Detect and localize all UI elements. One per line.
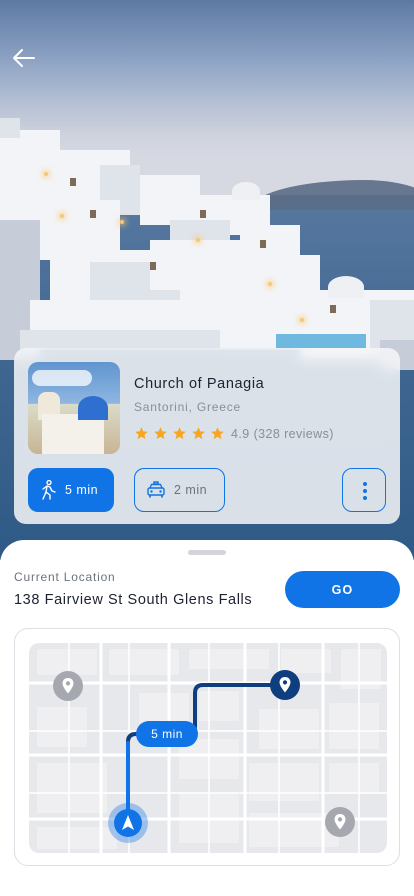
place-thumbnail[interactable] xyxy=(28,362,120,454)
walk-time: 5 min xyxy=(65,483,99,497)
rating: 4.9 (328 reviews) xyxy=(134,426,334,441)
star-icon xyxy=(135,427,148,440)
taxi-time: 2 min xyxy=(174,483,208,497)
pin-icon[interactable] xyxy=(53,671,83,701)
arrow-left-icon xyxy=(13,49,35,67)
map-card: 5 min xyxy=(14,628,400,866)
current-location-address: 138 Fairview St South Glens Falls xyxy=(14,592,253,608)
star-icon xyxy=(173,427,186,440)
star-icon xyxy=(211,427,224,440)
route-duration-badge: 5 min xyxy=(136,721,198,747)
go-button[interactable]: GO xyxy=(285,571,400,608)
current-location-label: Current Location xyxy=(14,570,116,584)
star-icon xyxy=(192,427,205,440)
place-card: Church of Panagia Santorini, Greece 4.9 … xyxy=(14,348,400,524)
bottom-sheet: Current Location 138 Fairview St South G… xyxy=(0,540,414,896)
place-name: Church of Panagia xyxy=(134,376,265,392)
sheet-drag-handle[interactable] xyxy=(188,550,226,555)
walk-icon xyxy=(42,480,56,500)
taxi-icon xyxy=(147,481,165,498)
taxi-mode-button[interactable]: 2 min xyxy=(134,468,225,512)
route-map[interactable]: 5 min xyxy=(29,643,387,853)
back-button[interactable] xyxy=(10,44,38,72)
review-count: (328 reviews) xyxy=(253,426,334,441)
rating-value: 4.9 xyxy=(231,426,250,441)
pin-icon[interactable] xyxy=(325,807,355,837)
place-location: Santorini, Greece xyxy=(134,400,241,414)
star-icon xyxy=(154,427,167,440)
walk-mode-button[interactable]: 5 min xyxy=(28,468,114,512)
user-location-icon[interactable] xyxy=(108,803,148,843)
destination-pin-icon[interactable] xyxy=(270,670,300,700)
more-options-button[interactable] xyxy=(342,468,386,512)
